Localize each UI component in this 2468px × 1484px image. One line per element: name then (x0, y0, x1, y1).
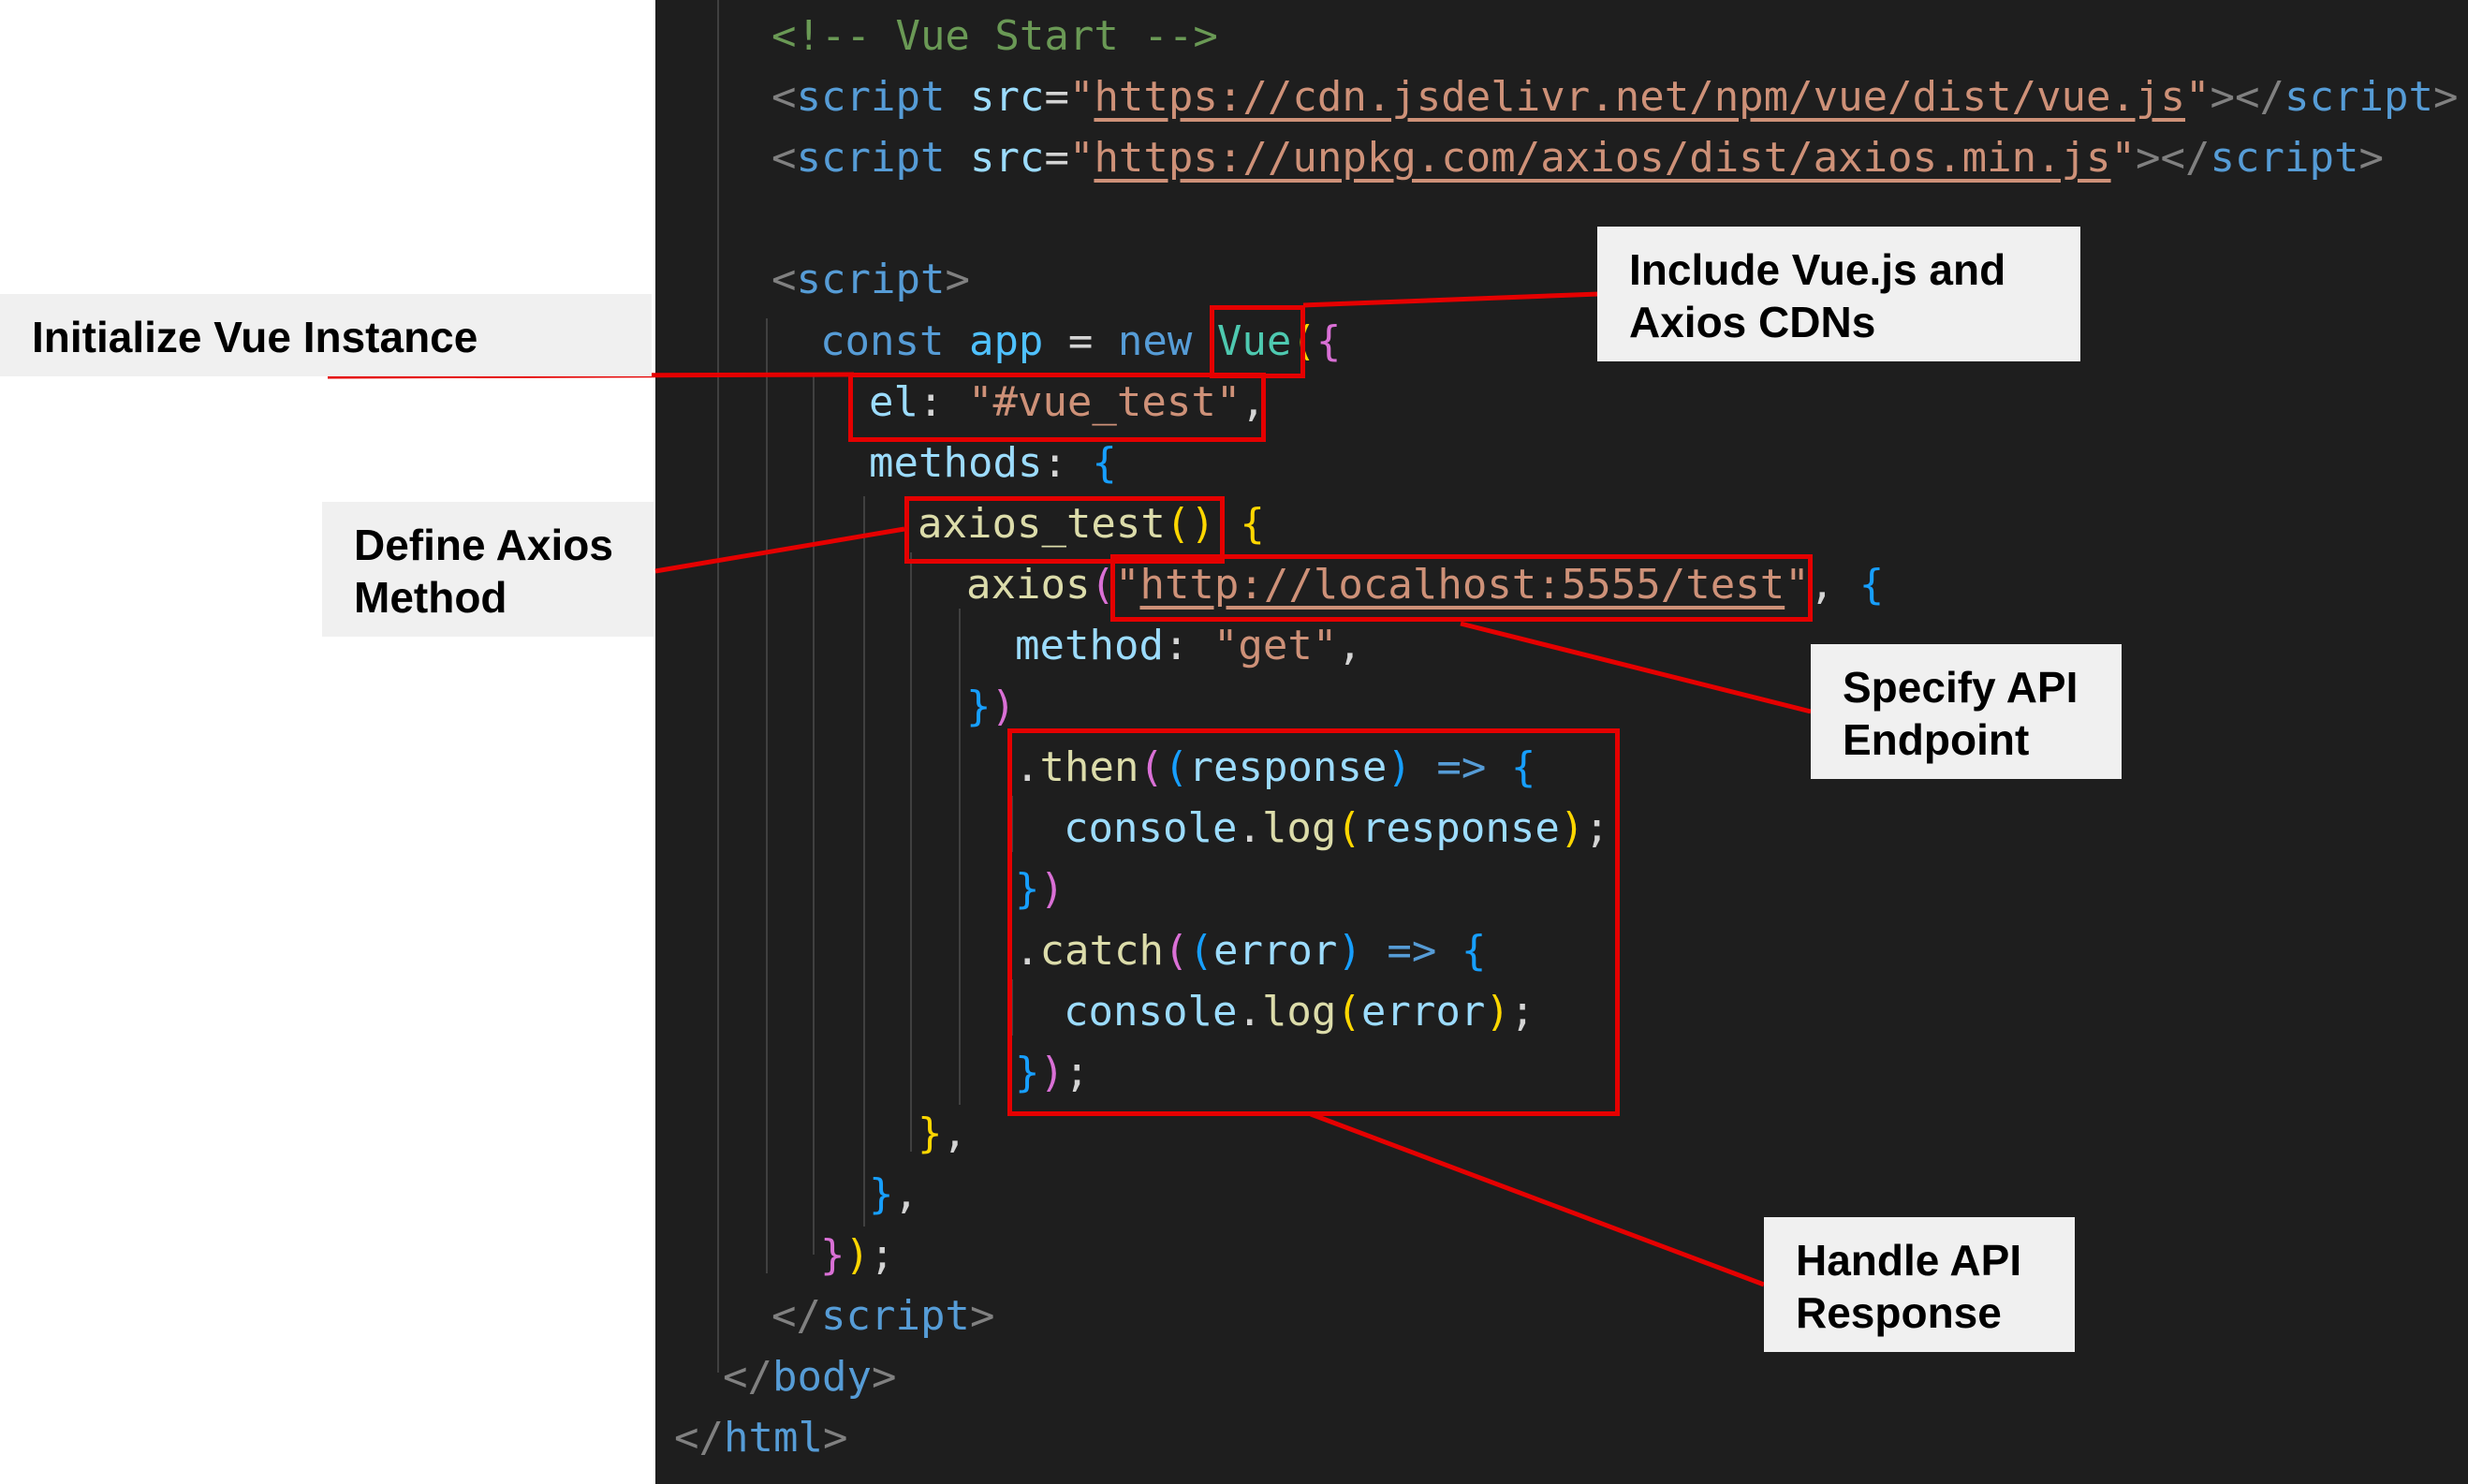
connector-line (1310, 1111, 1765, 1287)
highlight-el-property (848, 373, 1266, 442)
callout-specify-api: Specify API Endpoint (1811, 644, 2122, 779)
connector-line (1302, 291, 1600, 308)
callout-text: Include Vue.js and (1629, 245, 2006, 294)
callout-text: Response (1796, 1288, 2002, 1337)
connector-line (654, 526, 905, 574)
callout-text: Axios CDNs (1629, 298, 1876, 346)
highlight-api-endpoint (1110, 554, 1813, 622)
callout-text: Handle API (1796, 1236, 2022, 1285)
callout-handle-response: Handle API Response (1764, 1217, 2075, 1352)
callout-text: Specify API (1843, 663, 2079, 712)
callout-text: Endpoint (1843, 715, 2030, 764)
highlight-response-handler (1007, 728, 1620, 1116)
callout-text: Define Axios (354, 521, 613, 569)
highlight-vue-constructor (1210, 305, 1305, 378)
callout-define-axios: Define Axios Method (322, 502, 654, 637)
connector-line (1460, 621, 1812, 714)
callout-text: Initialize Vue Instance (32, 313, 478, 361)
callout-init-vue: Initialize Vue Instance (0, 294, 652, 376)
callout-text: Method (354, 573, 507, 622)
callout-include-cdns: Include Vue.js and Axios CDNs (1597, 227, 2080, 361)
